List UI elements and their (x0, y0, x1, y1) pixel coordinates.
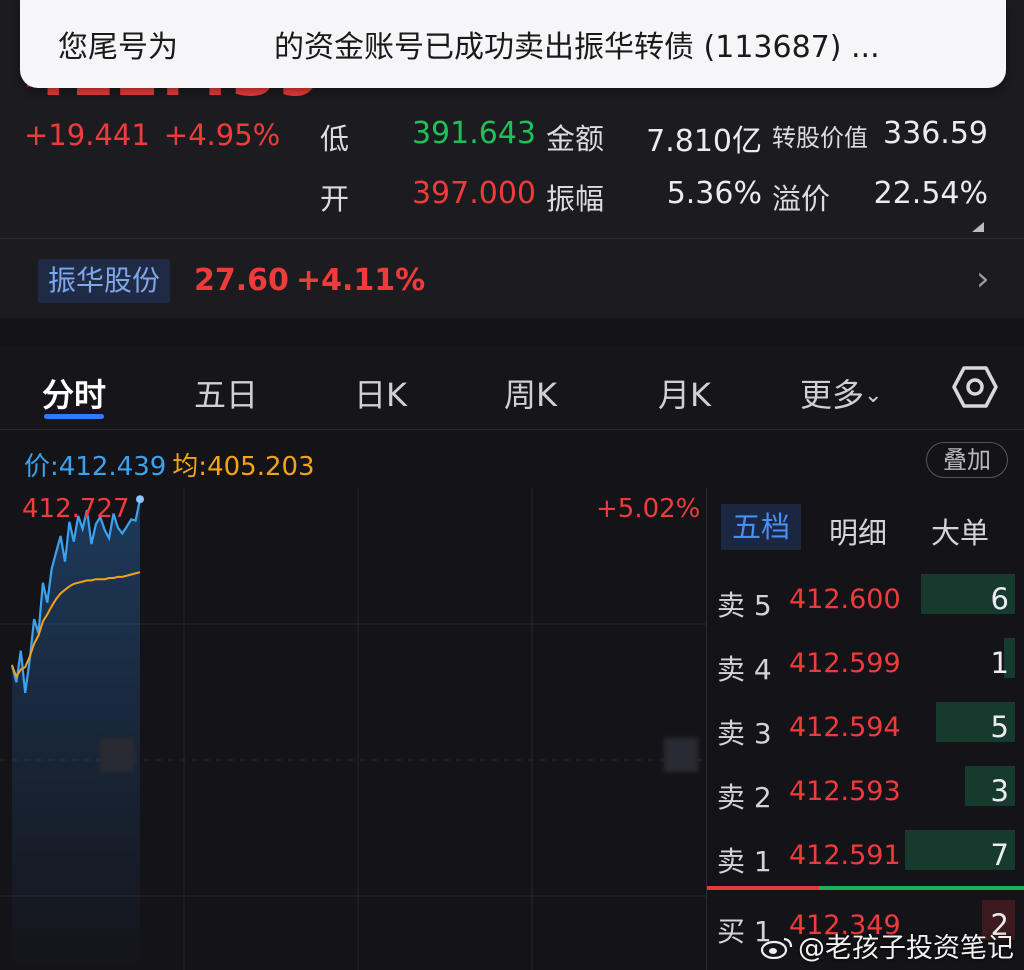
change-value: +19.441 (24, 118, 150, 152)
ask-price: 412.599 (789, 648, 901, 679)
ask-price: 412.594 (789, 712, 901, 743)
tab-five-levels[interactable]: 五档 (721, 504, 801, 550)
ask-level-label: 卖 1 (717, 845, 772, 878)
open-label: 开 (320, 182, 350, 216)
ask-level-label: 卖 3 (717, 717, 772, 750)
chart-high-label: 412.727 (22, 494, 130, 524)
underlying-stock-row[interactable]: 振华股份 27.60 +4.11% › (0, 238, 1024, 318)
premium-label: 溢价 (772, 182, 831, 216)
expand-corner-icon[interactable] (972, 222, 984, 232)
tab-more[interactable]: 更多⌄ (800, 370, 882, 416)
change-percent: +4.95% (163, 118, 281, 152)
redacted-block (100, 738, 134, 772)
low-value: 391.643 (411, 116, 536, 151)
low-label: 低 (320, 122, 350, 156)
tab-monthly-k[interactable]: 月K (658, 370, 711, 416)
amplitude-label: 振幅 (546, 182, 605, 216)
weibo-icon (760, 937, 793, 959)
sell-pressure-bar (707, 886, 819, 890)
ask-volume: 3 (990, 774, 1009, 808)
tab-trade-details[interactable]: 明细 (829, 510, 887, 552)
price-area-fill (12, 499, 140, 970)
tab-five-day[interactable]: 五日 (194, 370, 258, 416)
average-label: 均: (172, 452, 208, 482)
active-tab-indicator (44, 414, 104, 419)
tab-daily-k[interactable]: 日K (354, 370, 407, 416)
overlay-button[interactable]: 叠加 (926, 442, 1008, 478)
ask-volume: 1 (990, 646, 1009, 680)
ask-level-label: 卖 4 (717, 653, 772, 686)
price-change: +19.441 +4.95% (24, 118, 280, 152)
ask-row-1: 卖 1 412.591 7 (707, 826, 1024, 890)
ask-volume: 5 (990, 710, 1009, 744)
chevron-right-icon: › (976, 259, 990, 299)
intraday-chart[interactable] (0, 488, 706, 970)
price-readout: 412.439 (58, 452, 167, 482)
ask-price: 412.591 (789, 840, 901, 871)
hexagon-settings-icon[interactable] (952, 364, 998, 410)
average-readout: 405.203 (207, 452, 315, 482)
trade-notification[interactable]: 您尾号为 的资金账号已成功卖出振华转债 (113687) ... (20, 0, 1006, 88)
notification-suffix: 的资金账号已成功卖出振华转债 (113687) ... (274, 30, 880, 65)
buy-pressure-bar (819, 886, 1024, 890)
ask-volume: 7 (990, 838, 1009, 872)
price-average-readout: 价:412.439 均:405.203 (24, 446, 315, 483)
chevron-down-icon: ⌄ (864, 383, 883, 408)
ask-row-2: 卖 2 412.593 3 (707, 762, 1024, 826)
open-value: 397.000 (411, 176, 536, 211)
conversion-value: 336.59 (883, 116, 988, 151)
underlying-stock-price: 27.60 (194, 263, 289, 298)
tab-more-label: 更多 (800, 376, 865, 414)
watermark-text: @老孩子投资笔记 (798, 933, 1014, 964)
notification-prefix: 您尾号为 (58, 30, 178, 65)
amount-value: 7.810亿 (646, 124, 762, 159)
chart-high-percent: +5.02% (596, 494, 701, 524)
tab-intraday[interactable]: 分时 (42, 370, 106, 416)
ask-row-4: 卖 4 412.599 1 (707, 634, 1024, 698)
chart-tab-bar: 分时 五日 日K 周K 月K 更多⌄ (0, 346, 1024, 430)
order-book: 五档 明细 大单 卖 5 412.600 6 卖 4 412.599 1 卖 3… (706, 488, 1024, 970)
underlying-stock-name: 振华股份 (38, 259, 171, 303)
price-label: 价: (24, 452, 59, 482)
ask-volume: 6 (990, 582, 1009, 616)
premium-value: 22.54% (873, 176, 988, 211)
underlying-stock-change: +4.11% (296, 263, 426, 298)
amount-label: 金额 (546, 122, 605, 156)
latest-price-dot (136, 495, 144, 504)
intraday-chart-svg (0, 488, 706, 970)
weibo-watermark: @老孩子投资笔记 (760, 926, 1014, 965)
ask-row-3: 卖 3 412.594 5 (707, 698, 1024, 762)
tab-large-orders[interactable]: 大单 (931, 510, 989, 552)
ask-level-label: 卖 2 (717, 781, 772, 814)
conversion-value-label: 转股价值 (772, 124, 868, 152)
ask-row-5: 卖 5 412.600 6 (707, 570, 1024, 634)
amplitude-value: 5.36% (666, 176, 762, 211)
tab-weekly-k[interactable]: 周K (504, 370, 557, 416)
ask-level-label: 卖 5 (717, 589, 772, 622)
redacted-block (664, 738, 698, 772)
ask-price: 412.593 (789, 776, 901, 807)
ask-price: 412.600 (789, 584, 901, 615)
notification-text: 您尾号为 的资金账号已成功卖出振华转债 (113687) ... (58, 22, 880, 66)
